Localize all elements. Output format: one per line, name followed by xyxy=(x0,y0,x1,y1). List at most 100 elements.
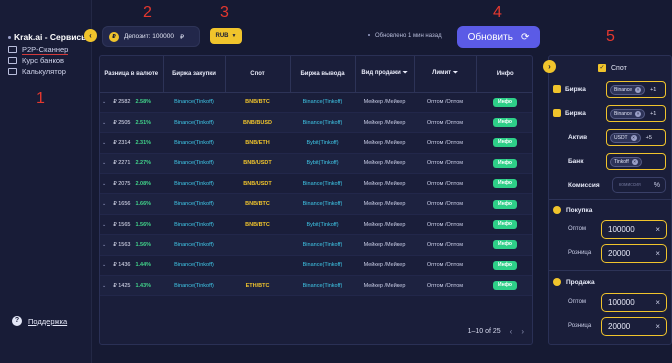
info-button[interactable]: Инфо xyxy=(493,158,517,168)
refresh-button[interactable]: Обновить ⟳ xyxy=(457,26,540,48)
table-row[interactable]: ⌄ ₽ 2075 2.08% Binance(Tinkoff) BNB/USDT Bina… xyxy=(100,173,532,195)
buy-bulk-input[interactable]: 100000 × xyxy=(601,220,667,239)
sell-retail-input[interactable]: 20000 × xyxy=(601,317,667,336)
table-row[interactable]: ⌄ ₽ 1563 1.56% Binance(Tinkoff) Binance(Tink… xyxy=(100,234,532,256)
limit-cell: Оптом /Оптом xyxy=(414,112,476,134)
filter-icon[interactable]: ⏷ xyxy=(453,70,458,76)
exchange2-select[interactable]: Binance × +1 xyxy=(606,105,666,122)
coin-icon: ₽ xyxy=(109,31,119,42)
expand-icon[interactable]: ⌄ xyxy=(102,140,106,146)
expand-icon[interactable]: ⌄ xyxy=(102,242,106,248)
expand-icon[interactable]: ⌄ xyxy=(102,160,106,166)
buy-retail-input[interactable]: 20000 × xyxy=(601,244,667,263)
panel-toggle-button[interactable]: › xyxy=(543,60,556,73)
spot-cell: BNB/USDT xyxy=(225,173,290,195)
header-spot[interactable]: Спот xyxy=(225,56,291,93)
support-link[interactable]: ? Поддержка xyxy=(12,316,67,326)
sell-bulk-input[interactable]: 100000 × xyxy=(601,293,667,312)
close-icon[interactable]: × xyxy=(630,134,637,141)
spot-checkbox[interactable]: ✓ Спот xyxy=(598,64,627,72)
table-row[interactable]: ⌄ ₽ 2314 2.31% Binance(Tinkoff) BNB/ETH Bybit… xyxy=(100,132,532,154)
chevron-left-icon: ‹ xyxy=(89,31,92,40)
sale-type-cell: Мейкер /Мейкер xyxy=(355,255,414,277)
chip-binance: Binance × xyxy=(610,84,646,95)
currency-select[interactable]: RUB ▼ xyxy=(210,28,242,44)
next-page-icon[interactable]: › xyxy=(521,327,524,336)
close-icon[interactable]: × xyxy=(635,110,642,117)
header-buy-exchange[interactable]: Биржа закупки xyxy=(163,56,226,93)
info-button[interactable]: Инфо xyxy=(493,220,517,230)
close-icon[interactable]: × xyxy=(635,86,642,93)
expand-icon[interactable]: ⌄ xyxy=(102,120,106,126)
info-button[interactable]: Инфо xyxy=(493,240,517,250)
spot-cell: BNB/BTC xyxy=(225,92,290,113)
bank-select[interactable]: Tinkoff × xyxy=(606,153,666,170)
clear-icon[interactable]: × xyxy=(655,249,660,258)
info-button[interactable]: Инфо xyxy=(493,281,517,291)
expand-icon[interactable]: ⌄ xyxy=(102,99,106,105)
sidebar: Krak.ai - Сервисы P2P-Сканнер Курс банко… xyxy=(0,0,92,363)
diff-cell: ⌄ ₽ 1425 1.43% xyxy=(100,275,163,297)
sell-exchange-cell: Binance(Tinkoff) xyxy=(290,275,355,297)
header-limit[interactable]: Лимит ⏷ xyxy=(414,56,477,93)
close-icon[interactable]: × xyxy=(631,158,638,165)
collapse-sidebar-button[interactable]: ‹ xyxy=(84,29,97,42)
limit-cell: Оптом /Оптом xyxy=(414,153,476,175)
spot-cell: BNB/USDT xyxy=(225,153,290,175)
table-row[interactable]: ⌄ ₽ 2271 2.27% Binance(Tinkoff) BNB/USDT Bybi… xyxy=(100,153,532,175)
table-row[interactable]: ⌄ ₽ 1565 1.56% Binance(Tinkoff) BNB/BTC Bybit… xyxy=(100,214,532,236)
buy-exchange-cell: Binance(Tinkoff) xyxy=(163,255,225,277)
exchange-select[interactable]: Binance × +1 xyxy=(606,81,666,98)
limit-cell: Оптом /Оптом xyxy=(414,92,476,113)
sell-exchange-cell: Binance(Tinkoff) xyxy=(290,255,355,277)
annotation-5: 5 xyxy=(606,28,615,45)
amount: ₽ 1656 xyxy=(113,201,131,208)
table-row[interactable]: ⌄ ₽ 2505 2.51% Binance(Tinkoff) BNB/BUSD Bina… xyxy=(100,112,532,134)
commission-input[interactable]: комиссия % xyxy=(612,177,666,193)
filter-icon[interactable]: ⏷ xyxy=(403,70,408,76)
info-button[interactable]: Инфо xyxy=(493,179,517,189)
expand-icon[interactable]: ⌄ xyxy=(102,262,106,268)
buy-exchange-cell: Binance(Tinkoff) xyxy=(163,193,225,215)
limit-cell: Оптом /Оптом xyxy=(414,255,476,277)
percent: 1.56% xyxy=(135,241,152,248)
info-cell: Инфо xyxy=(476,112,532,134)
refresh-icon: ⟳ xyxy=(520,31,530,43)
expand-icon[interactable]: ⌄ xyxy=(102,201,106,207)
table-row[interactable]: ⌄ ₽ 1656 1.66% Binance(Tinkoff) BNB/BTC Binan… xyxy=(100,193,532,215)
divider xyxy=(549,270,671,271)
info-cell: Инфо xyxy=(476,214,532,236)
sell-exchange-cell: Binance(Tinkoff) xyxy=(290,193,355,215)
asset-select[interactable]: USDT × +5 xyxy=(606,129,666,146)
prev-page-icon[interactable]: ‹ xyxy=(510,327,513,336)
info-cell: Инфо xyxy=(476,255,532,277)
sale-type-cell: Мейкер /Мейкер xyxy=(355,112,414,134)
table-row[interactable]: ⌄ ₽ 1436 1.44% Binance(Tinkoff) Binance(Tink… xyxy=(100,255,532,277)
info-button[interactable]: Инфо xyxy=(493,138,517,148)
clear-icon[interactable]: × xyxy=(655,225,660,234)
header-diff[interactable]: Разница в валюте xyxy=(100,56,164,93)
info-button[interactable]: Инфо xyxy=(493,260,517,270)
buy-exchange-cell: Binance(Tinkoff) xyxy=(163,153,225,175)
buy-exchange-cell: Binance(Tinkoff) xyxy=(163,214,225,236)
clear-icon[interactable]: × xyxy=(655,298,660,307)
clear-icon[interactable]: × xyxy=(655,322,660,331)
sidebar-item-bank-rates[interactable]: Курс банков xyxy=(8,55,68,66)
expand-icon[interactable]: ⌄ xyxy=(102,181,106,187)
expand-icon[interactable]: ⌄ xyxy=(102,283,106,289)
diff-cell: ⌄ ₽ 1436 1.44% xyxy=(100,255,163,277)
header-sell-exchange[interactable]: Биржа вывода xyxy=(290,56,356,93)
table-row[interactable]: ⌄ ₽ 1425 1.43% Binance(Tinkoff) ETH/BTC Binan… xyxy=(100,275,532,297)
table-row[interactable]: ⌄ ₽ 2582 2.58% Binance(Tinkoff) BNB/BTC Binan… xyxy=(100,92,532,113)
sell-exchange-cell: Binance(Tinkoff) xyxy=(290,112,355,134)
spot-cell: ETH/BTC xyxy=(225,275,290,297)
deposit-field[interactable]: ₽ Депозит: 100000 ₽ xyxy=(102,26,200,47)
info-button[interactable]: Инфо xyxy=(493,97,517,107)
header-sale-type[interactable]: Вид продажи ⏷ xyxy=(355,56,415,93)
sidebar-item-calculator[interactable]: Калькулятор xyxy=(8,66,68,77)
sidebar-item-p2p-scanner[interactable]: P2P-Сканнер xyxy=(8,44,69,55)
expand-icon[interactable]: ⌄ xyxy=(102,222,106,228)
info-button[interactable]: Инфо xyxy=(493,118,517,128)
diff-cell: ⌄ ₽ 2582 2.58% xyxy=(100,92,163,113)
info-button[interactable]: Инфо xyxy=(493,199,517,209)
